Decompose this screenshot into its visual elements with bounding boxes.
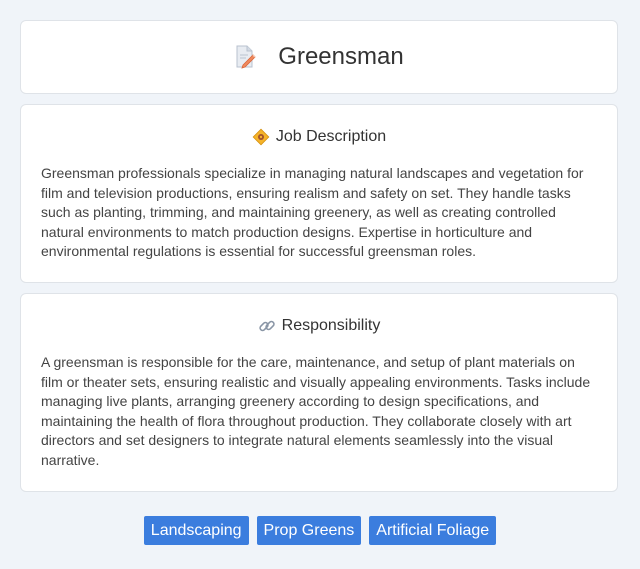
title-card: Greensman: [20, 20, 618, 94]
section-header: Job Description: [41, 127, 597, 147]
diamond-badge-icon: [252, 128, 270, 146]
document-pencil-icon: [234, 45, 256, 69]
job-description-card: Job Description Greensman professionals …: [20, 104, 618, 283]
section-body: A greensman is responsible for the care,…: [41, 354, 591, 468]
tag-artificial-foliage[interactable]: Artificial Foliage: [369, 516, 497, 545]
tag-prop-greens[interactable]: Prop Greens: [256, 516, 362, 545]
tag-landscaping[interactable]: Landscaping: [143, 516, 249, 545]
link-icon: [258, 317, 276, 335]
section-title: Job Description: [275, 128, 387, 145]
section-header: Responsibility: [41, 316, 597, 336]
section-title: Responsibility: [281, 317, 381, 334]
tag-list: Landscaping Prop Greens Artificial Folia…: [0, 516, 640, 545]
page-title: Greensman: [278, 43, 404, 70]
responsibility-card: Responsibility A greensman is responsibl…: [20, 293, 618, 492]
section-body: Greensman professionals specialize in ma…: [41, 165, 584, 260]
